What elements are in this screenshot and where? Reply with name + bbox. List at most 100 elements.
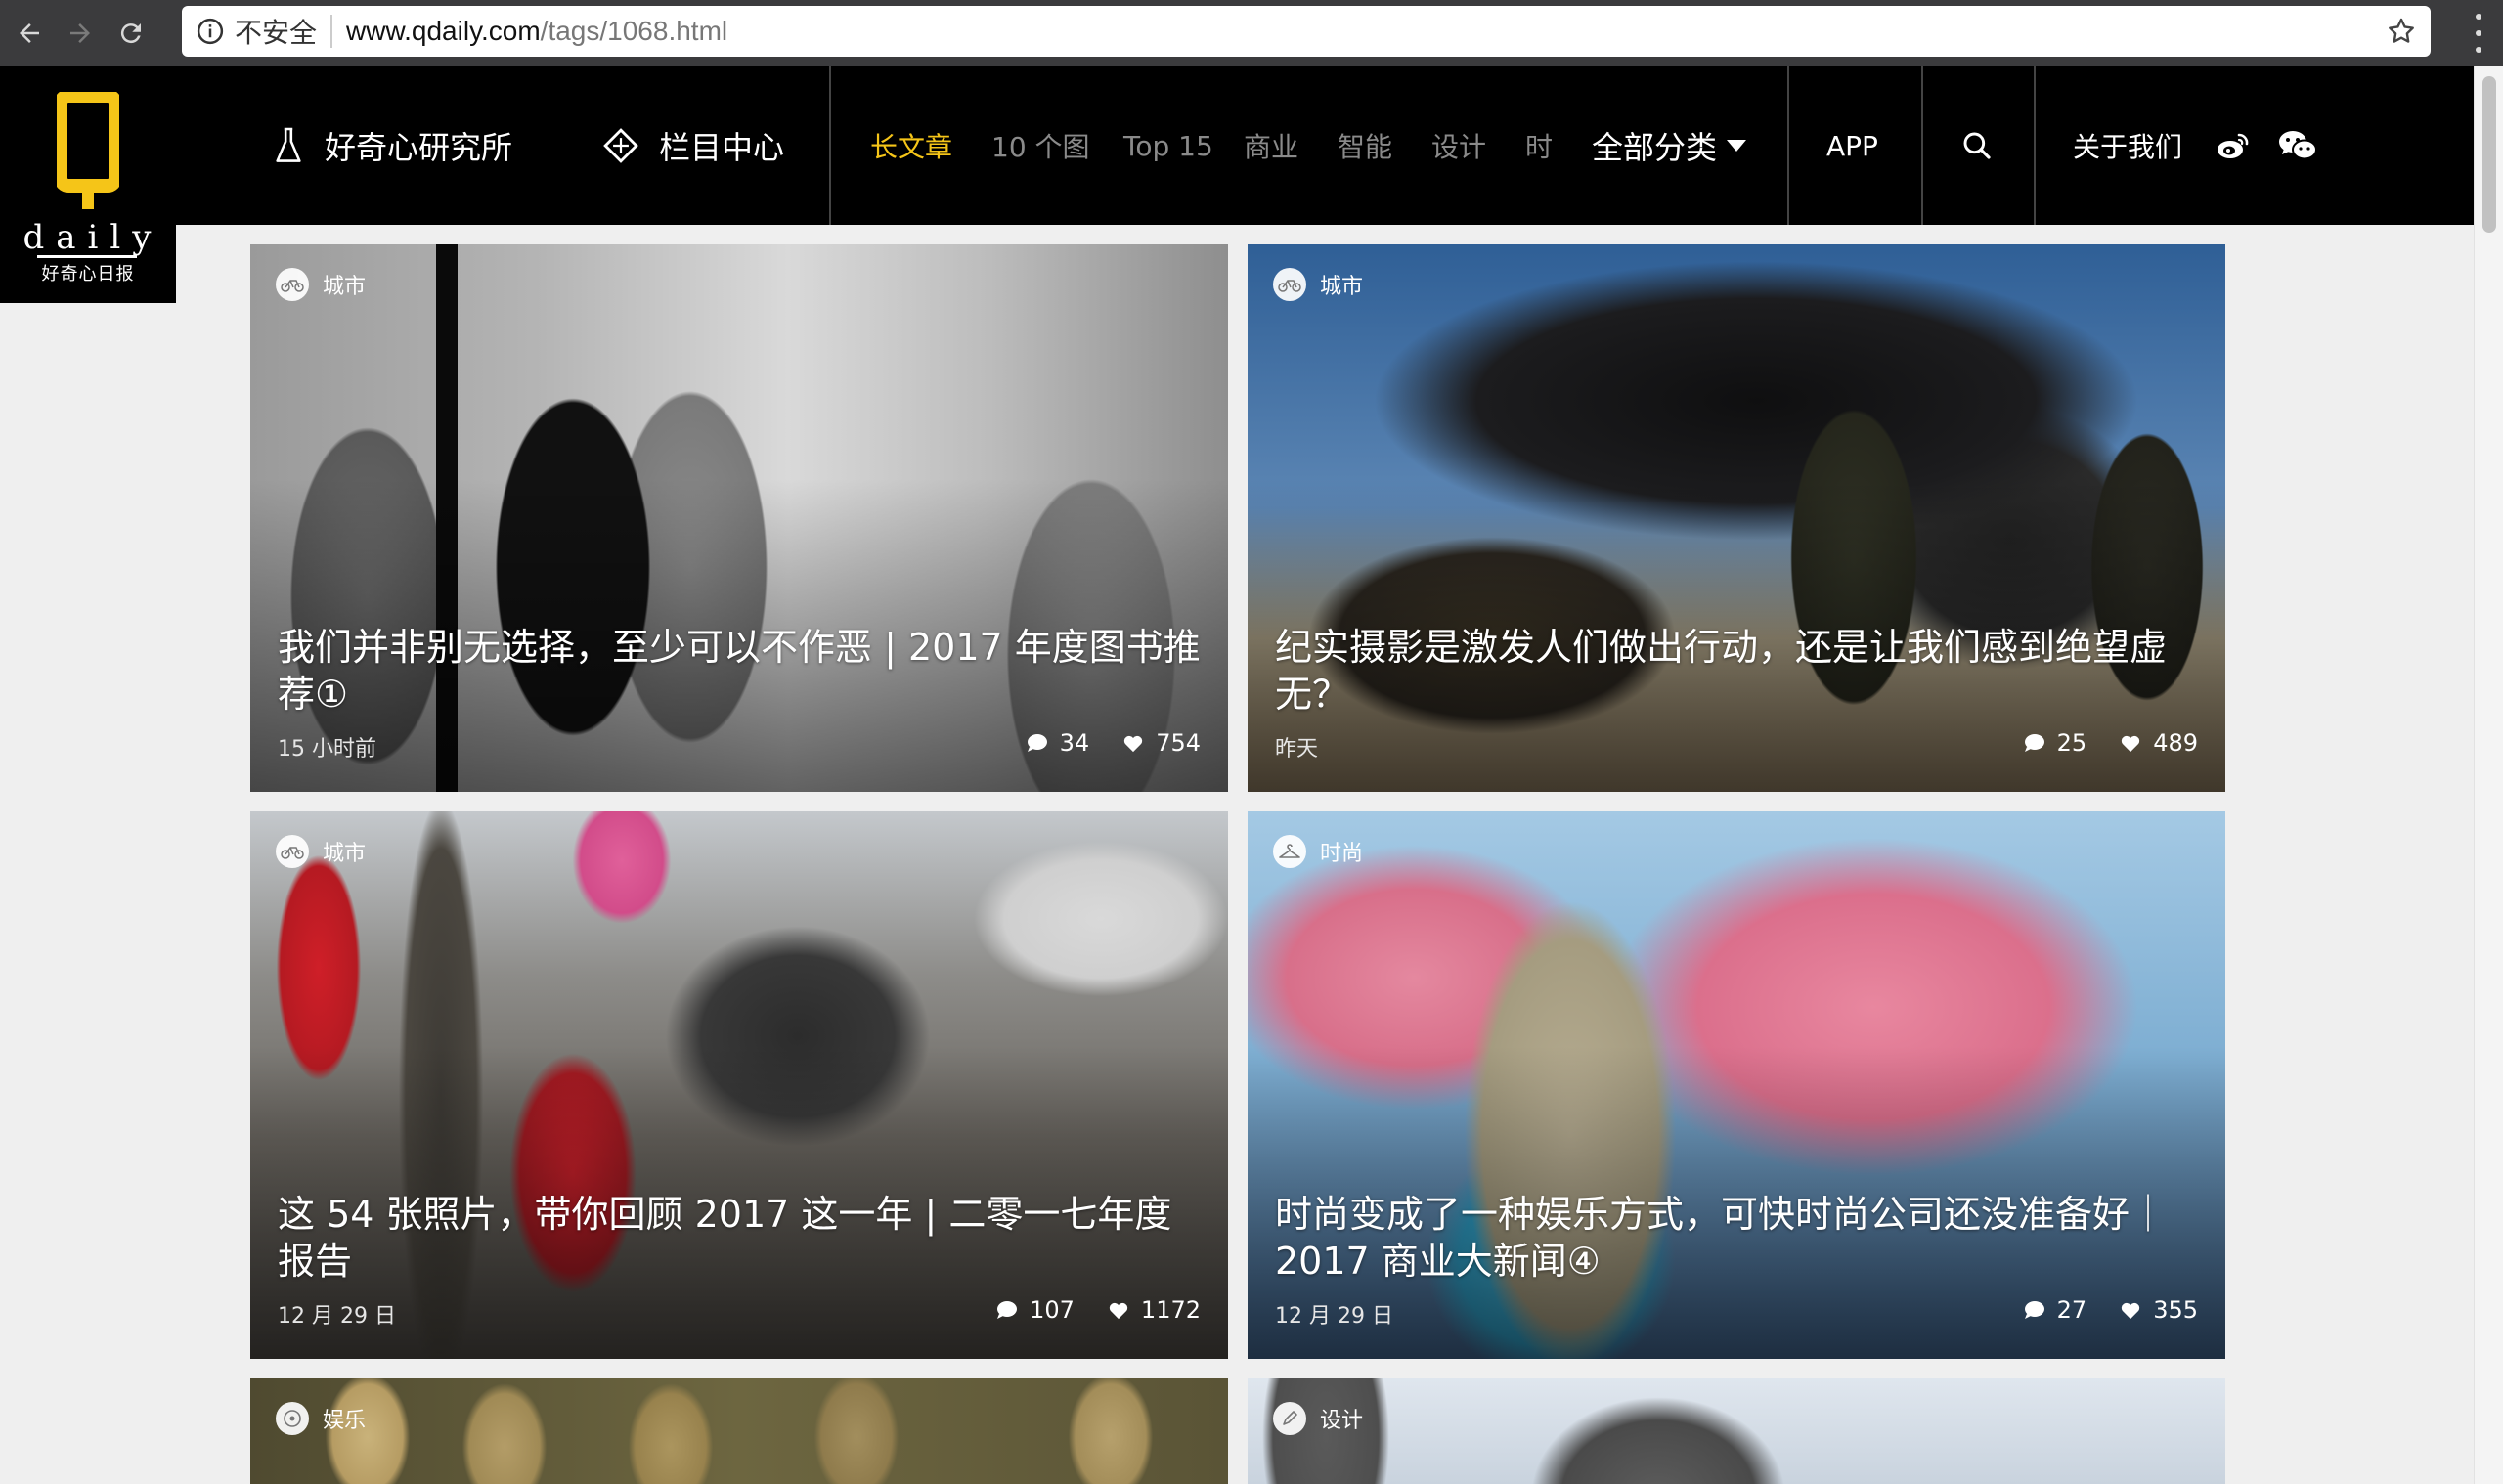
comment-count[interactable]: 27 xyxy=(2024,1296,2087,1324)
comment-icon xyxy=(2024,734,2044,752)
forward-button[interactable] xyxy=(59,12,102,55)
all-categories-label: 全部分类 xyxy=(1592,129,1718,166)
nav-lab[interactable]: 好奇心研究所 xyxy=(272,66,512,225)
article-card[interactable]: 时尚 时尚变成了一种娱乐方式，可快时尚公司还没准备好｜2017 商业大新闻④ 1… xyxy=(1248,811,2225,1359)
article-tag-label: 娱乐 xyxy=(323,1409,367,1433)
article-image xyxy=(250,1378,1228,1484)
heart-icon xyxy=(2122,735,2140,753)
article-tag[interactable]: 设计 xyxy=(1273,1402,1363,1435)
comment-icon xyxy=(1027,734,1047,752)
all-categories-dropdown[interactable]: 全部分类 xyxy=(1592,66,1747,225)
header-divider xyxy=(2034,66,2036,225)
flask-icon xyxy=(276,127,301,162)
app-link[interactable]: APP xyxy=(1826,66,1878,225)
comment-count[interactable]: 107 xyxy=(996,1296,1075,1324)
heart-icon xyxy=(2122,1302,2140,1320)
like-count-value: 1172 xyxy=(1140,1296,1201,1324)
page-scrollbar[interactable] xyxy=(2474,66,2503,1484)
search-button[interactable] xyxy=(1961,66,2012,225)
category-longform[interactable]: 长文章 xyxy=(870,66,952,225)
like-count[interactable]: 1172 xyxy=(1108,1296,1201,1324)
like-count-value: 355 xyxy=(2153,1296,2198,1324)
nav-column-label: 栏目中心 xyxy=(659,129,785,166)
comment-count-value: 34 xyxy=(1059,729,1090,757)
article-title[interactable]: 纪实摄影是激发人们做出行动，还是让我们感到绝望虚无？ xyxy=(1275,624,2198,718)
comment-icon xyxy=(997,1301,1018,1319)
article-tag-label: 城市 xyxy=(323,842,367,866)
like-count-value: 489 xyxy=(2153,729,2198,757)
category-business[interactable]: 商业 xyxy=(1244,66,1298,225)
weibo-link[interactable] xyxy=(2216,66,2270,225)
search-icon xyxy=(1963,132,1991,159)
nav-column-center[interactable]: 栏目中心 xyxy=(602,66,784,225)
category-top15[interactable]: Top 15 xyxy=(1123,66,1213,225)
address-bar[interactable]: 不安全 www.qdaily.com/tags/1068.html xyxy=(182,6,2431,57)
article-title[interactable]: 这 54 张照片，带你回顾 2017 这一年 | 二零一七年度报告 xyxy=(278,1191,1201,1285)
weibo-icon xyxy=(2218,133,2249,158)
like-count[interactable]: 355 xyxy=(2120,1296,2198,1324)
wechat-link[interactable] xyxy=(2278,66,2337,225)
article-tag-label: 时尚 xyxy=(1320,842,1364,866)
q-logo-icon xyxy=(57,92,119,209)
article-tag[interactable]: 城市 xyxy=(276,835,366,868)
article-card[interactable]: 城市 我们并非别无选择，至少可以不作恶 | 2017 年度图书推荐① 15 小时… xyxy=(250,244,1228,792)
bookmark-star-icon[interactable] xyxy=(2386,16,2417,47)
comment-count-value: 107 xyxy=(1030,1296,1075,1324)
header-divider xyxy=(1787,66,1789,225)
article-stats: 25 489 xyxy=(1991,729,2198,757)
browser-menu-button[interactable] xyxy=(2474,14,2483,53)
article-tag-label: 设计 xyxy=(1320,1409,1364,1433)
info-icon[interactable] xyxy=(196,17,225,46)
article-title[interactable]: 我们并非别无选择，至少可以不作恶 | 2017 年度图书推荐① xyxy=(278,624,1201,718)
about-link[interactable]: 关于我们 xyxy=(2073,66,2182,225)
pen-icon xyxy=(1273,1402,1306,1435)
category-design[interactable]: 设计 xyxy=(1431,66,1486,225)
category-time[interactable]: 时 xyxy=(1525,66,1553,225)
logo-subtitle: 好奇心日报 xyxy=(41,264,135,284)
comment-count-value: 27 xyxy=(2056,1296,2087,1324)
back-arrow-icon xyxy=(20,23,39,43)
like-count[interactable]: 489 xyxy=(2120,729,2198,757)
article-image xyxy=(1248,1378,2225,1484)
article-date: 昨天 xyxy=(1275,737,1319,762)
article-tag[interactable]: 城市 xyxy=(1273,268,1363,301)
article-date: 12 月 29 日 xyxy=(1275,1304,1393,1329)
comment-count[interactable]: 25 xyxy=(2024,729,2086,757)
category-intelligence[interactable]: 智能 xyxy=(1338,66,1392,225)
diamond-icon xyxy=(603,128,638,163)
category-10-pics[interactable]: 10 个图 xyxy=(991,66,1090,225)
article-card[interactable]: 城市 纪实摄影是激发人们做出行动，还是让我们感到绝望虚无？ 昨天 25 489 xyxy=(1248,244,2225,792)
article-card[interactable]: 设计 xyxy=(1248,1378,2225,1484)
article-tag[interactable]: 娱乐 xyxy=(276,1402,366,1435)
nav-lab-label: 好奇心研究所 xyxy=(325,129,513,166)
hanger-icon xyxy=(1273,835,1306,868)
like-count[interactable]: 754 xyxy=(1122,729,1201,757)
article-card[interactable]: 城市 这 54 张照片，带你回顾 2017 这一年 | 二零一七年度报告 12 … xyxy=(250,811,1228,1359)
article-date: 15 小时前 xyxy=(278,737,376,762)
bicycle-icon xyxy=(276,268,309,301)
bicycle-icon xyxy=(1273,268,1306,301)
article-title[interactable]: 时尚变成了一种娱乐方式，可快时尚公司还没准备好｜2017 商业大新闻④ xyxy=(1275,1191,2198,1285)
article-tag[interactable]: 城市 xyxy=(276,268,366,301)
comment-count[interactable]: 34 xyxy=(1027,729,1090,757)
article-tag[interactable]: 时尚 xyxy=(1273,835,1363,868)
insecure-label: 不安全 xyxy=(235,18,318,48)
reload-button[interactable] xyxy=(110,12,153,55)
scrollbar-thumb[interactable] xyxy=(2482,76,2496,233)
article-tag-label: 城市 xyxy=(1320,275,1364,299)
article-stats: 107 1172 xyxy=(963,1296,1201,1324)
header-divider xyxy=(1921,66,1923,225)
header-divider xyxy=(829,66,831,225)
url-host: www.qdaily.com xyxy=(346,16,541,46)
disc-icon xyxy=(276,1402,309,1435)
site-logo[interactable]: daily 好奇心日报 xyxy=(0,66,176,303)
url-path: /tags/1068.html xyxy=(540,16,728,46)
forward-arrow-icon xyxy=(70,23,90,43)
heart-icon xyxy=(1124,735,1143,753)
heart-icon xyxy=(1109,1302,1128,1320)
bicycle-icon xyxy=(276,835,309,868)
article-card[interactable]: 娱乐 xyxy=(250,1378,1228,1484)
comment-icon xyxy=(2024,1301,2044,1319)
back-button[interactable] xyxy=(8,12,51,55)
like-count-value: 754 xyxy=(1156,729,1201,757)
